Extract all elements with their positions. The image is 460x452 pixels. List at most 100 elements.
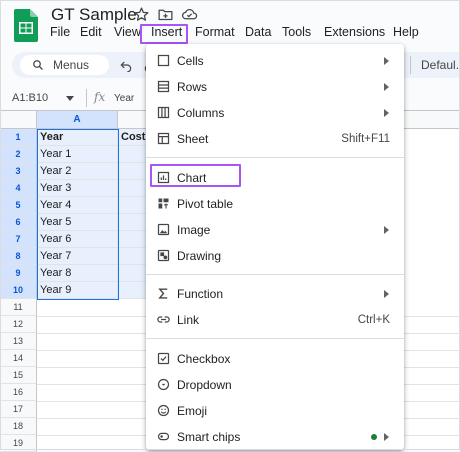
row-header[interactable]: 6	[0, 214, 37, 231]
move-folder-icon[interactable]	[157, 6, 174, 23]
menu-item-sheet[interactable]: Sheet Shift+F11	[146, 126, 404, 152]
menu-item-chart[interactable]: Chart	[146, 165, 404, 191]
menu-item-columns[interactable]: Columns	[146, 100, 404, 126]
checkbox-icon	[157, 352, 170, 365]
row-header[interactable]: 11	[0, 299, 37, 316]
row-header[interactable]: 18	[0, 418, 37, 435]
cell[interactable]	[118, 197, 148, 214]
menu-item-image[interactable]: Image	[146, 217, 404, 243]
menu-item-shortcut: Shift+F11	[341, 133, 390, 145]
row-header[interactable]: 1	[0, 129, 37, 146]
cell[interactable]	[118, 214, 148, 231]
menu-item-function[interactable]: Function	[146, 281, 404, 307]
row-header[interactable]: 13	[0, 333, 37, 350]
sheets-logo-icon[interactable]	[14, 9, 38, 42]
cell[interactable]: Year 4	[37, 197, 118, 214]
row-header[interactable]: 8	[0, 248, 37, 265]
menu-extensions[interactable]: Extensions	[324, 25, 385, 39]
menu-item-link[interactable]: Link Ctrl+K	[146, 307, 404, 333]
row-header[interactable]: 3	[0, 163, 37, 180]
name-box-dropdown-icon[interactable]	[66, 96, 74, 101]
cell[interactable]	[118, 231, 148, 248]
menu-item-cells[interactable]: Cells	[146, 48, 404, 74]
cell[interactable]	[118, 146, 148, 163]
cell[interactable]: Year 5	[37, 214, 118, 231]
cell-a1[interactable]: Year	[37, 129, 118, 146]
menu-separator	[146, 157, 404, 158]
cell[interactable]: Year 2	[37, 163, 118, 180]
formula-divider	[86, 89, 87, 107]
menu-item-label: Drawing	[177, 249, 222, 263]
menu-edit[interactable]: Edit	[80, 25, 102, 39]
menu-view[interactable]: View	[114, 25, 141, 39]
menu-item-rows[interactable]: Rows	[146, 74, 404, 100]
cloud-saved-icon[interactable]	[181, 6, 198, 23]
row-header[interactable]: 9	[0, 265, 37, 282]
star-icon[interactable]	[133, 6, 150, 23]
menu-item-pivot-table[interactable]: Pivot table	[146, 191, 404, 217]
row-header[interactable]: 2	[0, 146, 37, 163]
column-header-a[interactable]: A	[37, 111, 118, 129]
cell[interactable]: Year 7	[37, 248, 118, 265]
menu-tools[interactable]: Tools	[282, 25, 311, 39]
row-header[interactable]: 17	[0, 401, 37, 418]
row-header[interactable]: 14	[0, 350, 37, 367]
select-all-corner[interactable]	[0, 111, 37, 129]
font-family-select[interactable]: Defaul...	[421, 58, 460, 72]
cell[interactable]: Year 6	[37, 231, 118, 248]
row-header[interactable]: 12	[0, 316, 37, 333]
formula-input[interactable]: Year	[114, 93, 134, 104]
row-header[interactable]: 19	[0, 435, 37, 452]
row-header[interactable]: 16	[0, 384, 37, 401]
cell[interactable]	[118, 180, 148, 197]
menu-help[interactable]: Help	[393, 25, 419, 39]
menu-item-dropdown[interactable]: Dropdown	[146, 372, 404, 398]
row-header[interactable]: 15	[0, 367, 37, 384]
search-input[interactable]: Menus	[53, 58, 89, 72]
emoji-icon	[157, 404, 170, 417]
cell[interactable]	[118, 163, 148, 180]
menu-file[interactable]: File	[50, 25, 70, 39]
cell[interactable]: Year 9	[37, 282, 118, 299]
cell[interactable]	[118, 248, 148, 265]
cell[interactable]	[118, 282, 148, 299]
row-header[interactable]: 10	[0, 282, 37, 299]
insert-menu: Cells Rows Columns Sheet Shift+F11 Chart…	[146, 44, 404, 450]
row-header[interactable]: 7	[0, 231, 37, 248]
columns-icon	[157, 106, 170, 119]
menu-item-emoji[interactable]: Emoji	[146, 398, 404, 424]
toolbar-divider	[410, 56, 411, 74]
menu-data[interactable]: Data	[245, 25, 271, 39]
menu-item-label: Rows	[177, 80, 208, 94]
cell[interactable]: Year 3	[37, 180, 118, 197]
menu-item-checkbox[interactable]: Checkbox	[146, 346, 404, 372]
insert-highlight-box	[140, 24, 188, 44]
undo-icon[interactable]	[119, 58, 133, 72]
submenu-arrow-icon	[384, 83, 389, 91]
submenu-arrow-icon	[384, 109, 389, 117]
menu-item-label: Dropdown	[177, 378, 232, 392]
menu-item-label: Chart	[177, 171, 207, 185]
image-icon	[157, 223, 170, 236]
menu-item-label: Pivot table	[177, 197, 234, 211]
sheet-icon	[157, 132, 170, 145]
chart-icon	[157, 171, 170, 184]
search-menus[interactable]: Menus	[20, 55, 109, 75]
cell[interactable]: Year 8	[37, 265, 118, 282]
search-icon	[33, 60, 43, 70]
cell[interactable]	[118, 265, 148, 282]
cell-b1[interactable]: Cost	[118, 129, 148, 146]
menu-separator	[146, 274, 404, 275]
menu-format[interactable]: Format	[195, 25, 235, 39]
row-header[interactable]: 5	[0, 197, 37, 214]
menu-item-label: Columns	[177, 106, 225, 120]
menu-item-drawing[interactable]: Drawing	[146, 243, 404, 269]
menu-item-label: Link	[177, 313, 200, 327]
dropdown-icon	[157, 378, 170, 391]
document-title[interactable]: GT Sample	[51, 5, 137, 25]
menu-item-smart-chips[interactable]: Smart chips	[146, 424, 404, 450]
row-header[interactable]: 4	[0, 180, 37, 197]
cell[interactable]: Year 1	[37, 146, 118, 163]
menu-item-label: Checkbox	[177, 352, 231, 366]
name-box[interactable]: A1:B10	[12, 92, 48, 104]
